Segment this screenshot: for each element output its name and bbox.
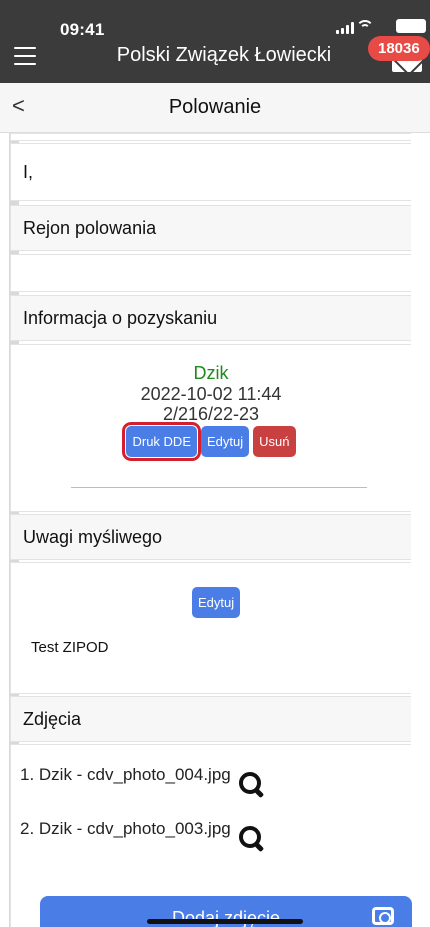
notes-text: Test ZIPOD	[31, 639, 109, 656]
game-datetime: 2022-10-02 11:44	[140, 384, 282, 404]
game-actions: Druk DDE Edytuj Usuń	[11, 422, 411, 461]
camera-icon	[372, 907, 394, 925]
photos-section-header: Zdjęcia	[10, 696, 411, 742]
divider	[71, 487, 367, 488]
rejon-value-row	[10, 254, 411, 292]
delete-game-button[interactable]: Usuń	[253, 426, 296, 457]
status-time: 09:41	[60, 20, 105, 39]
uwagi-header-label: Uwagi myśliwego	[23, 526, 163, 547]
notification-badge: 18036	[368, 36, 430, 61]
photos-header-label: Zdjęcia	[23, 708, 82, 729]
rejon-section-header: Rejon polowania	[10, 205, 411, 251]
wifi-icon	[356, 18, 374, 32]
photo-item: 1. Dzik - cdv_photo_004.jpg	[20, 762, 265, 794]
uwagi-section-header: Uwagi myśliwego	[10, 514, 411, 560]
top-value-row: I,	[10, 143, 411, 201]
page-header: < Polowanie	[0, 83, 430, 133]
game-number: 2/216/22-23	[162, 404, 260, 424]
search-icon[interactable]	[238, 772, 265, 798]
game-name: Dzik	[193, 363, 229, 383]
uwagi-row: Edytuj Test ZIPOD	[10, 562, 411, 694]
print-dde-button[interactable]: Druk DDE	[122, 422, 201, 461]
game-info-row: Dzik 2022-10-02 11:44 2/216/22-23 Druk D…	[10, 344, 411, 512]
top-value-text: I,	[23, 161, 34, 182]
battery-icon	[396, 19, 426, 33]
add-photo-label: Dodaj zdjęcie	[171, 908, 281, 927]
home-indicator	[147, 919, 303, 924]
rejon-header-label: Rejon polowania	[23, 217, 157, 238]
photo-name[interactable]: 2. Dzik - cdv_photo_003.jpg	[20, 819, 231, 839]
search-icon[interactable]	[238, 826, 265, 852]
app-bar: 09:41 Polski Związek Łowiecki 18036	[0, 0, 430, 83]
edit-game-button[interactable]: Edytuj	[201, 426, 250, 457]
info-section-header: Informacja o pozyskaniu	[10, 295, 411, 341]
page-title: Polowanie	[168, 96, 262, 118]
signal-icon	[336, 22, 354, 34]
game-block: Dzik 2022-10-02 11:44 2/216/22-23 Druk D…	[11, 345, 411, 461]
photo-item: 2. Dzik - cdv_photo_003.jpg	[20, 816, 265, 848]
info-header-label: Informacja o pozyskaniu	[23, 307, 218, 328]
edit-notes-button[interactable]: Edytuj	[192, 587, 241, 618]
app-title: Polski Związek Łowiecki	[116, 44, 332, 66]
top-spacer-row	[10, 133, 411, 141]
photo-name[interactable]: 1. Dzik - cdv_photo_004.jpg	[20, 765, 231, 785]
